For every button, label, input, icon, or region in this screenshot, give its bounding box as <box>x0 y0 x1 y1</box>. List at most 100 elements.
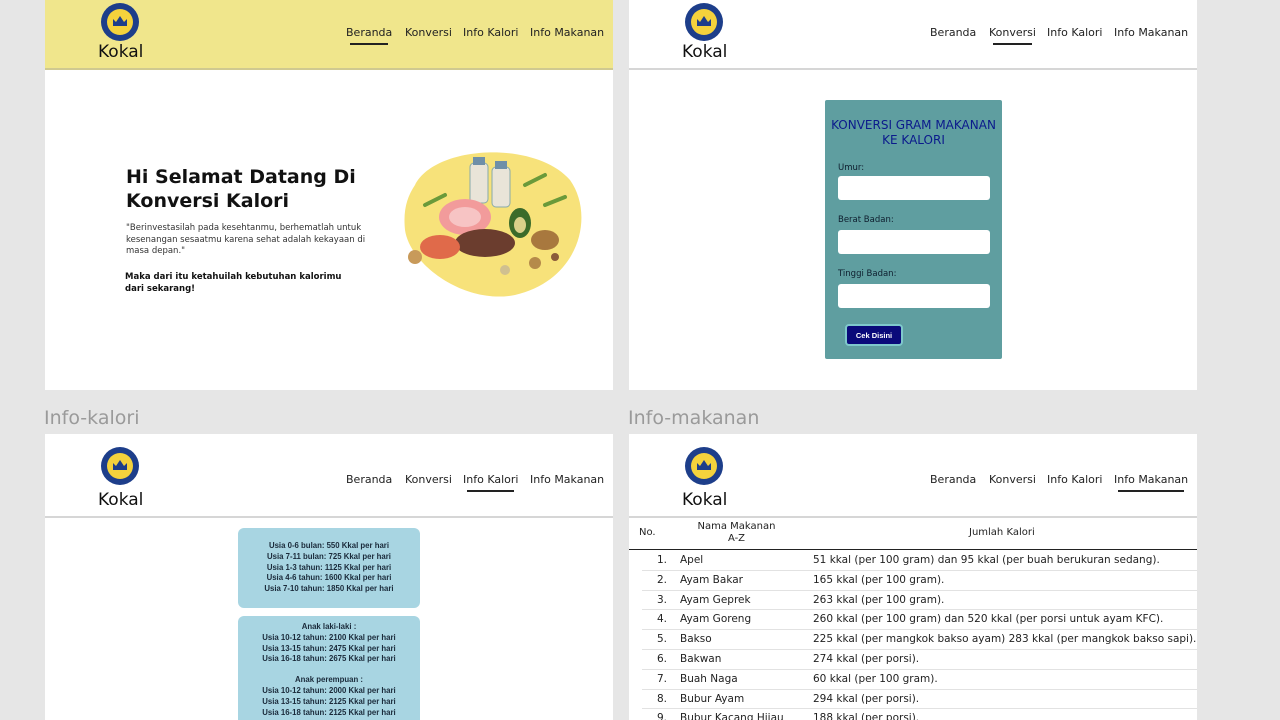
nav-info-kalori[interactable]: Info Kalori <box>463 26 518 39</box>
female-title: Anak perempuan : <box>294 675 364 685</box>
food-name: Bubur Ayam <box>680 692 745 705</box>
calorie-value: 274 kkal (per porsi). <box>813 653 920 665</box>
food-name: Buah Naga <box>680 672 738 685</box>
hero-quote: "Berinvestasilah pada kesehtanmu, berhem… <box>126 223 366 256</box>
nav-info-makanan[interactable]: Info Makanan <box>530 26 604 39</box>
table-row: 7. Buah Naga 60 kkal (per 100 gram). <box>642 670 1197 690</box>
berat-badan-label: Berat Badan: <box>838 215 894 225</box>
info-kalori-frame: Kokal Beranda Konversi Info Kalori Info … <box>45 434 613 720</box>
row-number: 2. <box>656 573 667 586</box>
calorie-value: 225 kkal (per mangkok bakso ayam) 283 kk… <box>813 633 1197 646</box>
table-row: 5. Bakso 225 kkal (per mangkok bakso ayam)… <box>642 630 1197 650</box>
header-jumlah-kalori: Jumlah Kalori <box>969 527 1035 538</box>
food-name: Apel <box>680 554 704 566</box>
food-name: Ayam Geprek <box>680 593 751 606</box>
nav-info-makanan[interactable]: Info Makanan <box>1114 473 1188 492</box>
nav-konversi[interactable]: Konversi <box>989 26 1036 45</box>
brand-name: Kokal <box>682 490 728 510</box>
umur-label: Umur: <box>838 163 865 173</box>
header-no: No. <box>639 527 656 538</box>
calorie-value: 294 kkal (per porsi). <box>813 692 920 705</box>
kalori-line: Usia 0-6 bulan: 550 Kkal per hari <box>268 541 390 550</box>
food-illustration <box>404 152 582 297</box>
umur-input[interactable] <box>838 176 990 200</box>
university-logo-icon <box>685 3 723 41</box>
row-number: 1. <box>656 554 667 566</box>
conversion-form-card: KONVERSI GRAM MAKANAN KE KALORI Umur: Be… <box>825 100 1002 359</box>
nav-beranda[interactable]: Beranda <box>930 473 976 486</box>
food-name: Bakwan <box>680 653 722 665</box>
university-logo-icon <box>685 447 723 485</box>
food-name: Ayam Goreng <box>680 613 752 626</box>
row-number: 4. <box>656 613 667 626</box>
kalori-line: Usia 4-6 tahun: 1600 Kkal per hari <box>266 573 392 583</box>
row-number: 5. <box>656 633 667 646</box>
konversi-frame: Kokal Beranda Konversi Info Kalori Info … <box>629 0 1197 390</box>
table-row: 6. Bakwan 274 kkal (per porsi). <box>642 650 1197 670</box>
brand-name: Kokal <box>682 42 728 62</box>
header: Kokal Beranda Konversi Info Kalori Info … <box>629 0 1197 70</box>
brand-name: Kokal <box>98 42 144 62</box>
nav-info-kalori[interactable]: Info Kalori <box>1047 473 1102 486</box>
row-number: 3. <box>656 593 667 606</box>
food-name: Bakso <box>680 633 712 646</box>
header-nama-line-1: Nama Makanan <box>697 521 776 532</box>
kalori-line: Usia 10-12 tahun: 2100 Kkal per hari <box>262 632 396 642</box>
calorie-value: 51 kkal (per 100 gram) dan 95 kkal (per … <box>813 554 1160 566</box>
row-number: 7. <box>656 672 667 685</box>
food-name: Ayam Bakar <box>680 573 743 586</box>
table-row: 2. Ayam Bakar 165 kkal (per 100 gram). <box>642 571 1197 591</box>
header-nama-line-2: A-Z <box>727 533 746 544</box>
tinggi-badan-input[interactable] <box>838 284 990 308</box>
kalori-anak-box: Usia 0-6 bulan: 550 Kkal per hari Usia 7… <box>238 528 420 608</box>
kalori-line: Usia 10-12 tahun: 2000 Kkal per hari <box>262 685 396 695</box>
calorie-value: 263 kkal (per 100 gram). <box>813 593 945 606</box>
nav-beranda[interactable]: Beranda <box>346 26 392 45</box>
nav-info-kalori[interactable]: Info Kalori <box>463 473 518 492</box>
table-row: 4. Ayam Goreng 260 kkal (per 100 gram) dan… <box>642 610 1197 631</box>
berat-badan-input[interactable] <box>838 230 990 254</box>
table-row: 3. Ayam Geprek 263 kkal (per 100 gram). <box>642 591 1197 611</box>
beranda-frame: Kokal Beranda Konversi Info Kalori Info … <box>45 0 613 390</box>
kalori-line: Usia 16-18 tahun: 2125 Kkal per hari <box>262 707 396 717</box>
brand-name: Kokal <box>98 490 144 510</box>
nav-konversi[interactable]: Konversi <box>989 473 1036 486</box>
table-row: 8. Bubur Ayam 294 kkal (per porsi). <box>642 690 1197 710</box>
calorie-value: 260 kkal (per 100 gram) dan 520 kkal (pe… <box>813 613 1164 626</box>
nav-beranda[interactable]: Beranda <box>930 26 976 39</box>
row-number: 8. <box>656 692 667 705</box>
header: Kokal Beranda Konversi Info Kalori Info … <box>45 0 613 70</box>
cek-disini-button[interactable]: Cek Disini <box>845 324 903 346</box>
hero-call-to-action: Maka dari itu ketahuilah kebutuhan kalor… <box>125 272 342 294</box>
university-logo-icon <box>101 3 139 41</box>
info-makanan-frame: Kokal Beranda Konversi Info Kalori Info … <box>629 434 1197 720</box>
calorie-value: 188 kkal (per porsi). <box>813 712 920 720</box>
nav-info-makanan[interactable]: Info Makanan <box>1114 26 1188 39</box>
nav-konversi[interactable]: Konversi <box>405 473 452 486</box>
row-number: 9. <box>656 712 667 720</box>
university-logo-icon <box>101 447 139 485</box>
nav-konversi[interactable]: Konversi <box>405 26 452 39</box>
kalori-line: Usia 1-3 tahun: 1125 Kkal per hari <box>266 562 392 572</box>
header-nama-makanan: Nama Makanan A-Z <box>689 521 784 545</box>
header: Kokal Beranda Konversi Info Kalori Info … <box>629 434 1197 518</box>
nav-info-makanan[interactable]: Info Makanan <box>530 473 604 486</box>
calorie-value: 165 kkal (per 100 gram). <box>813 573 945 586</box>
kalori-line: Usia 16-18 tahun: 2675 Kkal per hari <box>262 654 396 664</box>
kalori-remaja-box: Anak laki-laki : Usia 10-12 tahun: 2100 … <box>238 616 420 720</box>
table-row: 1. Apel 51 kkal (per 100 gram) dan 95 kkal… <box>642 551 1197 571</box>
nav-beranda[interactable]: Beranda <box>346 473 392 486</box>
table-header: No. Nama Makanan A-Z Jumlah Kalori <box>629 519 1197 550</box>
conversion-title: KONVERSI GRAM MAKANAN KE KALORI <box>831 118 996 147</box>
hero-title: Hi Selamat Datang Di Konversi Kalori <box>126 166 356 212</box>
row-number: 6. <box>656 653 667 665</box>
kalori-line: Usia 13-15 tahun: 2475 Kkal per hari <box>262 643 396 653</box>
frame-label-info-kalori: Info-kalori <box>44 407 140 429</box>
header: Kokal Beranda Konversi Info Kalori Info … <box>45 434 613 518</box>
kalori-line: Usia 7-10 tahun: 1850 Kkal per hari <box>264 584 394 594</box>
frame-label-info-makanan: Info-makanan <box>628 407 760 429</box>
tinggi-badan-label: Tinggi Badan: <box>838 269 897 279</box>
kalori-line: Usia 7-11 bulan: 725 Kkal per hari <box>267 551 391 561</box>
nav-info-kalori[interactable]: Info Kalori <box>1047 26 1102 39</box>
table-row: 9. Bubur Kacang Hijau 188 kkal (per porsi)… <box>642 709 1197 720</box>
